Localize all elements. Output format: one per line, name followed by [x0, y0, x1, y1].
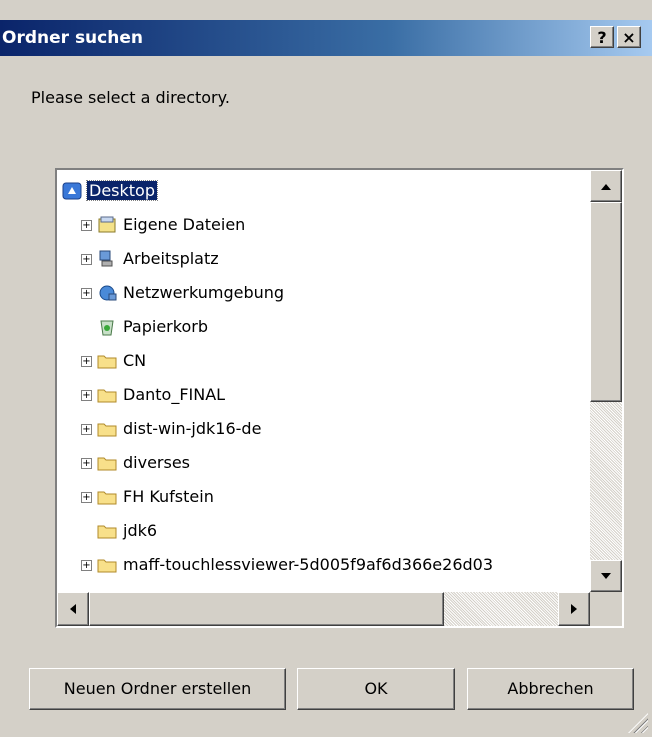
tree-item-label: maff-touchlessviewer-5d005f9af6d366e26d0… [123, 555, 494, 574]
resize-grip[interactable] [628, 713, 648, 733]
tree-item[interactable]: + Arbeitsplatz [57, 244, 590, 274]
recycle-bin-icon [97, 318, 117, 336]
folder-icon [97, 352, 117, 370]
prompt-text: Please select a directory. [31, 88, 230, 107]
scrollbar-corner [590, 592, 622, 626]
scroll-up-button[interactable] [590, 170, 622, 202]
arrow-left-icon [70, 604, 76, 614]
folder-icon [97, 488, 117, 506]
close-button[interactable]: × [617, 26, 641, 48]
desktop-icon [62, 182, 82, 200]
expand-toggle[interactable]: + [81, 390, 92, 401]
computer-icon [97, 250, 117, 268]
horizontal-scroll-thumb[interactable] [89, 592, 444, 626]
vertical-scrollbar[interactable] [590, 170, 622, 592]
tree-item-label: Netzwerkumgebung [123, 283, 285, 302]
scroll-left-button[interactable] [57, 592, 89, 626]
ok-button[interactable]: OK [297, 668, 455, 710]
tree-item[interactable]: + Eigene Dateien [57, 210, 590, 240]
expand-toggle[interactable]: + [81, 424, 92, 435]
horizontal-scrollbar[interactable] [57, 592, 590, 626]
folder-tree[interactable]: Desktop + Eigene Dateien + Arbeitsplatz + Netz… [55, 168, 624, 628]
tree-item-label: FH Kufstein [123, 487, 214, 506]
tree-item[interactable]: Papierkorb [57, 312, 590, 342]
tree-item-label: jdk6 [123, 521, 158, 540]
expand-toggle[interactable]: + [81, 458, 92, 469]
tree-item-label: Eigene Dateien [123, 215, 246, 234]
tree-item[interactable]: + FH Kufstein [57, 482, 590, 512]
expand-toggle[interactable]: + [81, 254, 92, 265]
folder-icon [97, 454, 117, 472]
folder-tree-viewport[interactable]: Desktop + Eigene Dateien + Arbeitsplatz + Netz… [57, 170, 590, 592]
new-folder-button[interactable]: Neuen Ordner erstellen [29, 668, 286, 710]
arrow-down-icon [601, 573, 611, 579]
tree-item-label: dist-win-jdk16-de [123, 419, 262, 438]
tree-item-label: Arbeitsplatz [123, 249, 219, 268]
tree-item-label: Danto_FINAL [123, 385, 226, 404]
cancel-button[interactable]: Abbrechen [467, 668, 634, 710]
network-icon [97, 284, 117, 302]
folder-icon [97, 522, 117, 540]
expand-toggle[interactable]: + [81, 560, 92, 571]
tree-item[interactable]: +maff-touchlessviewer-a9fe2d3a9771a59439… [57, 584, 590, 592]
folder-icon [97, 386, 117, 404]
arrow-right-icon [571, 604, 577, 614]
tree-item[interactable]: + Danto_FINAL [57, 380, 590, 410]
tree-item-label: Desktop [86, 180, 158, 201]
tree-item[interactable]: + CN [57, 346, 590, 376]
expand-toggle[interactable]: + [81, 356, 92, 367]
tree-item-label: CN [123, 351, 147, 370]
tree-item[interactable]: + maff-touchlessviewer-5d005f9af6d366e26d… [57, 550, 590, 580]
tree-item[interactable]: Desktop [57, 176, 590, 206]
tree-item[interactable]: + dist-win-jdk16-de [57, 414, 590, 444]
expand-toggle[interactable]: + [81, 288, 92, 299]
window-title: Ordner suchen [2, 28, 143, 48]
vertical-scroll-thumb[interactable] [590, 202, 622, 402]
tree-item[interactable]: + Netzwerkumgebung [57, 278, 590, 308]
scroll-right-button[interactable] [558, 592, 590, 626]
title-bar[interactable]: Ordner suchen ? × [0, 20, 652, 56]
tree-item[interactable]: + diverses [57, 448, 590, 478]
documents-icon [97, 216, 117, 234]
expand-toggle[interactable]: + [81, 220, 92, 231]
tree-item-label: Papierkorb [123, 317, 208, 336]
scroll-down-button[interactable] [590, 560, 622, 592]
arrow-up-icon [601, 184, 611, 190]
folder-icon [97, 420, 117, 438]
help-button[interactable]: ? [590, 26, 614, 48]
tree-item-label: diverses [123, 453, 191, 472]
tree-item[interactable]: jdk6 [57, 516, 590, 546]
expand-toggle[interactable]: + [81, 492, 92, 503]
folder-icon [97, 556, 117, 574]
